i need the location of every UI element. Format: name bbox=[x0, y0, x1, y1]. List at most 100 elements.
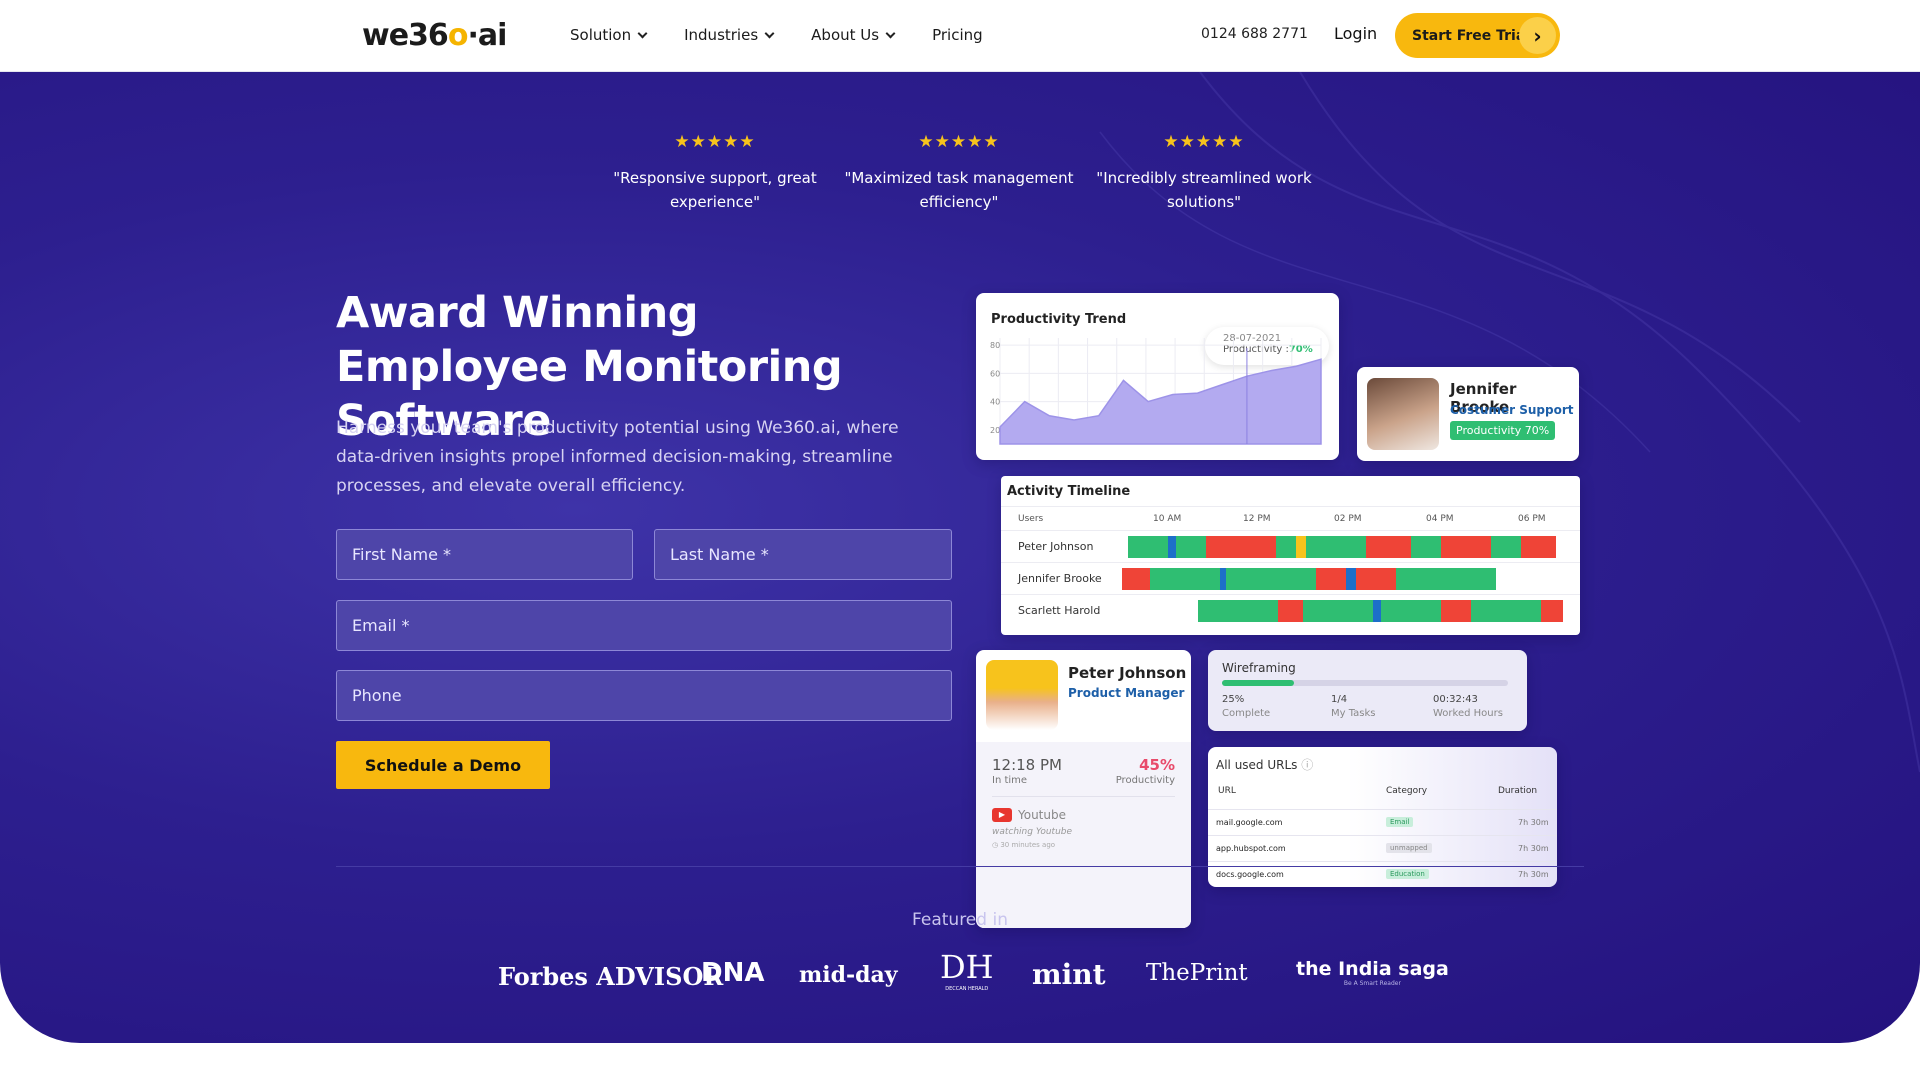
midday-logo: mid-day bbox=[799, 962, 898, 988]
column-header: 02 PM bbox=[1334, 514, 1362, 524]
nav-solution[interactable]: Solution bbox=[570, 26, 648, 44]
peter-profile-card: Peter Johnson Product Manager 12:18 PM I… bbox=[976, 650, 1191, 928]
y-tick-label: 60 bbox=[990, 369, 1000, 378]
dh-text: DH bbox=[940, 948, 994, 986]
column-header: Users bbox=[1018, 514, 1044, 524]
task-card: Wireframing 25% Complete 1/4 My Tasks 00… bbox=[1208, 650, 1527, 731]
column-header[interactable]: URL bbox=[1218, 786, 1236, 796]
url-cell: docs.google.com bbox=[1216, 870, 1284, 879]
dh-tagline: DECCAN HERALD bbox=[945, 986, 989, 992]
testimonial-quote: "Incredibly streamlined work solutions" bbox=[1096, 169, 1312, 211]
start-free-trial-button[interactable]: Start Free Trial › bbox=[1395, 13, 1560, 58]
app-ago: ◷ 30 minutes ago bbox=[992, 841, 1055, 849]
table-row: mail.google.com Email 7h 30m bbox=[1208, 809, 1557, 835]
complete-label: Complete bbox=[1222, 708, 1271, 719]
app-status: watching Youtube bbox=[992, 827, 1073, 837]
top-navbar: we36o·ai Solution Industries About Us Pr… bbox=[0, 0, 1920, 72]
star-rating-icon: ★★★★★ bbox=[1163, 132, 1245, 152]
first-name-field[interactable]: First Name * bbox=[336, 529, 633, 580]
category-tag: Email bbox=[1386, 817, 1414, 827]
email-field[interactable]: Email * bbox=[336, 600, 952, 651]
chevron-right-icon: › bbox=[1519, 17, 1556, 54]
category-tag: Education bbox=[1386, 869, 1429, 879]
logo[interactable]: we36o·ai bbox=[362, 18, 507, 53]
user-role: Product Manager bbox=[1068, 686, 1185, 700]
phone-link[interactable]: 0124 688 2771 bbox=[1201, 26, 1308, 42]
y-tick-label: 40 bbox=[990, 398, 1000, 407]
youtube-icon: ▶ bbox=[992, 808, 1012, 822]
mint-logo: mint bbox=[1032, 958, 1106, 991]
timeline-header: Users 10 AM 12 PM 02 PM 04 PM 06 PM bbox=[1001, 506, 1580, 530]
chevron-down-icon bbox=[637, 28, 648, 38]
activity-timeline-card: Activity Timeline Users 10 AM 12 PM 02 P… bbox=[1001, 476, 1580, 635]
jennifer-profile-card: Jennifer Brooke Costumer Support Product… bbox=[1357, 367, 1579, 461]
duration-cell: 7h 30m bbox=[1518, 870, 1549, 879]
theprint-logo: ThePrint bbox=[1146, 960, 1248, 986]
chevron-down-icon bbox=[885, 28, 896, 38]
last-name-field[interactable]: Last Name * bbox=[654, 529, 952, 580]
column-header: 12 PM bbox=[1243, 514, 1271, 524]
app-ago-text: 30 minutes ago bbox=[1000, 841, 1056, 849]
y-tick-label: 80 bbox=[990, 341, 1000, 350]
testimonials: ★★★★★ "Responsive support, great experie… bbox=[0, 72, 1920, 222]
column-header: 04 PM bbox=[1426, 514, 1454, 524]
testimonial: ★★★★★ "Incredibly streamlined work solut… bbox=[1089, 130, 1319, 214]
timeline-user: Peter Johnson bbox=[1018, 540, 1094, 553]
productivity-area-chart: 80 60 40 20 bbox=[990, 338, 1322, 445]
in-time-value: 12:18 PM bbox=[992, 756, 1062, 774]
nav-about[interactable]: About Us bbox=[811, 26, 896, 44]
complete-value: 25% bbox=[1222, 694, 1245, 705]
testimonial-quote: "Responsive support, great experience" bbox=[613, 169, 817, 211]
duration-cell: 7h 30m bbox=[1518, 818, 1549, 827]
in-time-label: In time bbox=[992, 775, 1028, 786]
testimonial-quote: "Maximized task management efficiency" bbox=[844, 169, 1074, 211]
hours-label: Worked Hours bbox=[1433, 708, 1503, 719]
url-cell: app.hubspot.com bbox=[1216, 844, 1286, 853]
app-name: Youtube bbox=[1018, 808, 1066, 822]
user-role: Costumer Support bbox=[1450, 403, 1574, 417]
info-icon: ⓘ bbox=[1301, 758, 1314, 772]
column-header[interactable]: Duration bbox=[1498, 786, 1537, 796]
nav-industries[interactable]: Industries bbox=[684, 26, 775, 44]
productivity-label: Productivity bbox=[1115, 775, 1175, 786]
main-nav: Solution Industries About Us Pricing bbox=[570, 26, 983, 44]
activity-bars bbox=[1198, 600, 1563, 622]
timeline-row: Scarlett Harold bbox=[1001, 594, 1580, 626]
tasks-value: 1/4 bbox=[1331, 694, 1348, 705]
hero-section: ★★★★★ "Responsive support, great experie… bbox=[0, 72, 1920, 1043]
column-header[interactable]: Category bbox=[1386, 786, 1427, 796]
column-header: 10 AM bbox=[1153, 514, 1182, 524]
activity-bars bbox=[1128, 536, 1556, 558]
user-name: Peter Johnson bbox=[1068, 664, 1187, 682]
category-tag: unmapped bbox=[1386, 843, 1432, 853]
login-link[interactable]: Login bbox=[1334, 24, 1377, 43]
hours-value: 00:32:43 bbox=[1433, 694, 1478, 705]
indiasaga-logo: the India saga Be A Smart Reader bbox=[1296, 958, 1449, 987]
schedule-demo-button[interactable]: Schedule a Demo bbox=[336, 741, 550, 789]
press-logos: Forbes ADVISOR DNA mid-day DH DECCAN HER… bbox=[0, 942, 1920, 1002]
table-row: docs.google.com Education 7h 30m bbox=[1208, 861, 1557, 887]
star-rating-icon: ★★★★★ bbox=[918, 132, 1000, 152]
task-progress-fill bbox=[1222, 680, 1294, 686]
timeline-user: Scarlett Harold bbox=[1018, 604, 1101, 617]
card-title: Activity Timeline bbox=[1007, 484, 1131, 499]
featured-label: Featured in bbox=[912, 910, 1008, 930]
timeline-user: Jennifer Brooke bbox=[1018, 572, 1102, 585]
tasks-label: My Tasks bbox=[1331, 708, 1376, 719]
forbes-logo: Forbes ADVISOR bbox=[498, 962, 724, 991]
saga-text: the India saga bbox=[1296, 958, 1449, 980]
task-title: Wireframing bbox=[1222, 661, 1296, 675]
chevron-down-icon bbox=[764, 28, 775, 38]
testimonial: ★★★★★ "Maximized task management efficie… bbox=[844, 130, 1074, 214]
star-rating-icon: ★★★★★ bbox=[674, 132, 756, 152]
urls-title: All used URLs bbox=[1216, 758, 1298, 772]
card-title: All used URLs ⓘ bbox=[1216, 756, 1313, 773]
cta-label: Start Free Trial bbox=[1412, 27, 1531, 44]
activity-bars bbox=[1122, 568, 1496, 590]
peter-stats: 12:18 PM In time 45% Productivity ▶ Yout… bbox=[976, 742, 1191, 928]
productivity-trend-card: Productivity Trend 28-07-2021 Productivi… bbox=[976, 293, 1339, 460]
timeline-row: Jennifer Brooke bbox=[1001, 562, 1580, 594]
nav-pricing[interactable]: Pricing bbox=[932, 26, 983, 44]
dh-logo: DH DECCAN HERALD bbox=[940, 948, 994, 992]
phone-field[interactable]: Phone bbox=[336, 670, 952, 721]
